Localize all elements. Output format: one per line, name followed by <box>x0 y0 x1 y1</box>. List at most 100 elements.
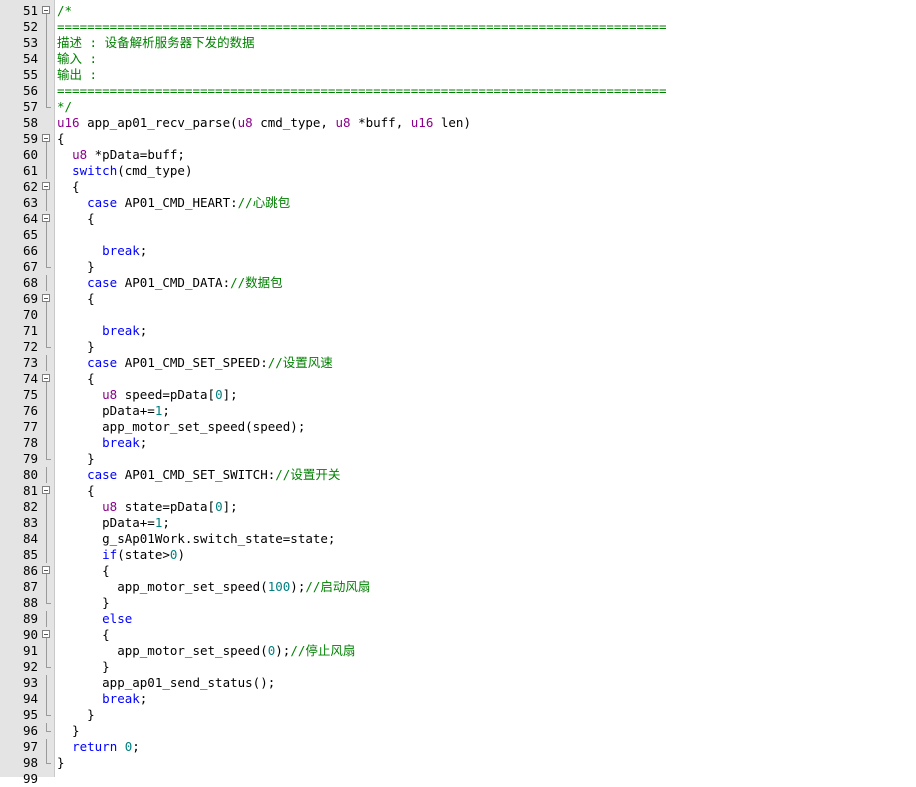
code-editor[interactable]: 51 /* 52 ==================================… <box>0 0 916 786</box>
code-line[interactable]: 94 break; <box>0 691 916 707</box>
fold-toggle-icon[interactable] <box>42 214 50 222</box>
code-line[interactable]: 98} <box>0 755 916 771</box>
code-line[interactable]: 66 break; <box>0 243 916 259</box>
fold-toggle-icon[interactable] <box>42 566 50 574</box>
code-line[interactable]: 85 if(state>0) <box>0 547 916 563</box>
code-line[interactable]: 70 <box>0 307 916 323</box>
code-line[interactable]: 57 */ <box>0 99 916 115</box>
code-line[interactable]: 69 { <box>0 291 916 307</box>
code-line[interactable]: 87 app_motor_set_speed(100);//启动风扇 <box>0 579 916 595</box>
code-text[interactable]: break; <box>57 435 147 451</box>
code-line[interactable]: 75 u8 speed=pData[0]; <box>0 387 916 403</box>
code-text[interactable]: } <box>57 707 95 723</box>
code-line[interactable]: 79 } <box>0 451 916 467</box>
code-text[interactable]: else <box>57 611 132 627</box>
code-text[interactable]: pData+=1; <box>57 403 170 419</box>
code-line[interactable]: 73 case AP01_CMD_SET_SPEED://设置风速 <box>0 355 916 371</box>
code-text[interactable]: app_motor_set_speed(100);//启动风扇 <box>57 579 370 595</box>
code-text[interactable]: if(state>0) <box>57 547 185 563</box>
code-text[interactable]: } <box>57 451 95 467</box>
code-line[interactable]: 84 g_sAp01Work.switch_state=state; <box>0 531 916 547</box>
code-line[interactable]: 86 { <box>0 563 916 579</box>
code-text[interactable]: { <box>57 563 110 579</box>
code-line[interactable]: 58 u16 app_ap01_recv_parse(u8 cmd_type, u… <box>0 115 916 131</box>
code-text[interactable]: g_sAp01Work.switch_state=state; <box>57 531 335 547</box>
code-text[interactable]: } <box>57 659 110 675</box>
fold-toggle-icon[interactable] <box>42 630 50 638</box>
code-line[interactable]: 52 ======================================… <box>0 19 916 35</box>
code-line[interactable]: 95 } <box>0 707 916 723</box>
code-text[interactable]: app_motor_set_speed(0);//停止风扇 <box>57 643 355 659</box>
code-line[interactable]: 96 } <box>0 723 916 739</box>
fold-toggle-icon[interactable] <box>42 6 50 14</box>
code-text[interactable]: u8 *pData=buff; <box>57 147 185 163</box>
code-line[interactable]: 78 break; <box>0 435 916 451</box>
code-text[interactable]: } <box>57 723 80 739</box>
fold-toggle-icon[interactable] <box>42 486 50 494</box>
code-text[interactable]: break; <box>57 691 147 707</box>
code-line[interactable]: 51 /* <box>0 3 916 19</box>
code-line[interactable]: 67 } <box>0 259 916 275</box>
code-text[interactable]: { <box>57 131 65 147</box>
code-line[interactable]: 89 else <box>0 611 916 627</box>
code-text[interactable]: { <box>57 483 95 499</box>
code-line[interactable]: 93 app_ap01_send_status(); <box>0 675 916 691</box>
code-line[interactable]: 81 { <box>0 483 916 499</box>
code-text[interactable]: 输入 : <box>57 51 97 67</box>
code-line[interactable]: 76 pData+=1; <box>0 403 916 419</box>
code-line[interactable]: 72 } <box>0 339 916 355</box>
code-text[interactable]: ========================================… <box>57 19 667 35</box>
code-line[interactable]: 61 switch(cmd_type) <box>0 163 916 179</box>
code-text[interactable]: { <box>57 627 110 643</box>
code-line[interactable]: 99 <box>0 771 916 787</box>
code-text[interactable]: } <box>57 755 65 771</box>
code-line[interactable]: 56 ======================================… <box>0 83 916 99</box>
code-text[interactable]: case AP01_CMD_SET_SWITCH://设置开关 <box>57 467 340 483</box>
code-line[interactable]: 82 u8 state=pData[0]; <box>0 499 916 515</box>
code-text[interactable]: app_motor_set_speed(speed); <box>57 419 305 435</box>
code-text[interactable]: pData+=1; <box>57 515 170 531</box>
code-line[interactable]: 53 描述 : 设备解析服务器下发的数据 <box>0 35 916 51</box>
code-text[interactable]: app_ap01_send_status(); <box>57 675 275 691</box>
code-text[interactable]: break; <box>57 323 147 339</box>
code-text[interactable]: u8 state=pData[0]; <box>57 499 238 515</box>
code-text[interactable]: return 0; <box>57 739 140 755</box>
code-text[interactable]: { <box>57 291 95 307</box>
code-text[interactable]: ========================================… <box>57 83 667 99</box>
fold-toggle-icon[interactable] <box>42 134 50 142</box>
code-line[interactable]: 59 { <box>0 131 916 147</box>
code-line[interactable]: 64 { <box>0 211 916 227</box>
code-text[interactable]: { <box>57 179 80 195</box>
code-line[interactable]: 77 app_motor_set_speed(speed); <box>0 419 916 435</box>
code-line[interactable]: 65 <box>0 227 916 243</box>
code-line[interactable]: 97 return 0; <box>0 739 916 755</box>
code-text[interactable]: } <box>57 595 110 611</box>
code-text[interactable]: u8 speed=pData[0]; <box>57 387 238 403</box>
code-line[interactable]: 83 pData+=1; <box>0 515 916 531</box>
code-text[interactable]: case AP01_CMD_HEART://心跳包 <box>57 195 290 211</box>
code-line[interactable]: 62 { <box>0 179 916 195</box>
code-text[interactable]: u16 app_ap01_recv_parse(u8 cmd_type, u8 … <box>57 115 471 131</box>
code-text[interactable]: { <box>57 211 95 227</box>
code-line[interactable]: 55 输出 : <box>0 67 916 83</box>
code-text[interactable]: /* <box>57 3 72 19</box>
code-line[interactable]: 90 { <box>0 627 916 643</box>
code-text[interactable]: switch(cmd_type) <box>57 163 192 179</box>
code-text[interactable]: break; <box>57 243 147 259</box>
code-text[interactable]: case AP01_CMD_SET_SPEED://设置风速 <box>57 355 333 371</box>
fold-toggle-icon[interactable] <box>42 182 50 190</box>
code-line[interactable]: 54 输入 : <box>0 51 916 67</box>
code-line[interactable]: 91 app_motor_set_speed(0);//停止风扇 <box>0 643 916 659</box>
code-line[interactable]: 74 { <box>0 371 916 387</box>
code-line[interactable]: 71 break; <box>0 323 916 339</box>
code-line[interactable]: 92 } <box>0 659 916 675</box>
fold-toggle-icon[interactable] <box>42 374 50 382</box>
code-text[interactable]: 输出 : <box>57 67 97 83</box>
code-line[interactable]: 80 case AP01_CMD_SET_SWITCH://设置开关 <box>0 467 916 483</box>
code-line[interactable]: 63 case AP01_CMD_HEART://心跳包 <box>0 195 916 211</box>
code-text[interactable]: 描述 : 设备解析服务器下发的数据 <box>57 35 255 51</box>
code-line[interactable]: 88 } <box>0 595 916 611</box>
code-text[interactable]: */ <box>57 99 72 115</box>
code-line[interactable]: 68 case AP01_CMD_DATA://数据包 <box>0 275 916 291</box>
fold-toggle-icon[interactable] <box>42 294 50 302</box>
